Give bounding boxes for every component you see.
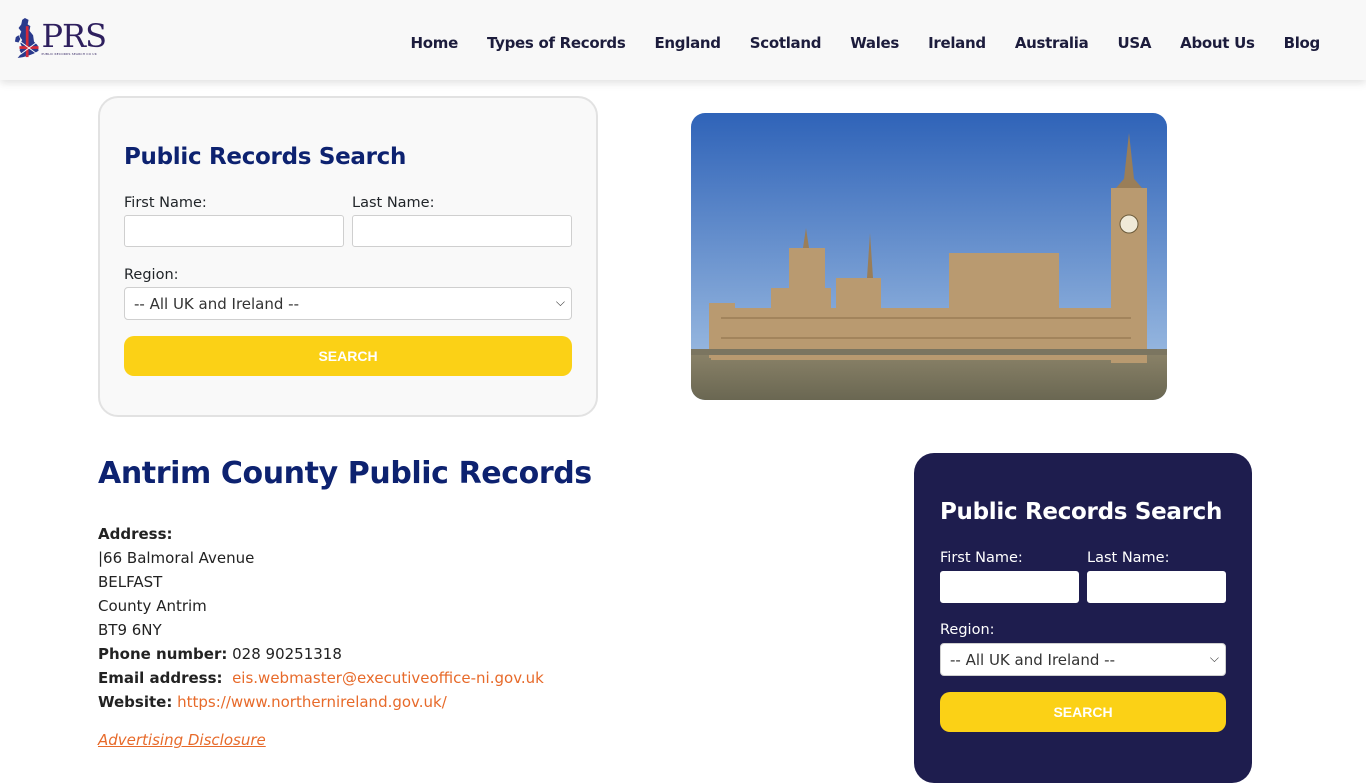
website-link[interactable]: https://www.northernireland.gov.uk/ <box>177 693 447 711</box>
search-form-sidebar: Public Records Search First Name: Last N… <box>914 453 1252 783</box>
uk-map-flag-icon <box>14 18 39 58</box>
hero-image-parliament <box>691 113 1167 400</box>
nav-usa[interactable]: USA <box>1117 34 1151 52</box>
address-line-2: BELFAST <box>98 573 163 591</box>
nav-home[interactable]: Home <box>410 34 458 52</box>
chevron-down-icon: ⌵ <box>555 295 565 309</box>
email-link[interactable]: eis.webmaster@executiveoffice-ni.gov.uk <box>232 669 544 687</box>
last-name-label: Last Name: <box>352 195 435 211</box>
search-button[interactable]: SEARCH <box>940 692 1226 732</box>
nav-about-us[interactable]: About Us <box>1180 34 1255 52</box>
site-header: PRS PUBLIC RECORDS SEARCH CO UK Home Typ… <box>0 0 1366 80</box>
nav-australia[interactable]: Australia <box>1015 34 1089 52</box>
advertising-disclosure-link[interactable]: Advertising Disclosure <box>98 731 266 749</box>
last-name-input[interactable] <box>1087 571 1226 603</box>
search-form-top: Public Records Search First Name: Last N… <box>98 96 598 417</box>
last-name-label: Last Name: <box>1087 550 1170 566</box>
email-label: Email address: <box>98 669 223 687</box>
nav-england[interactable]: England <box>654 34 721 52</box>
nav-wales[interactable]: Wales <box>850 34 899 52</box>
region-selected-value: -- All UK and Ireland -- <box>950 650 1115 669</box>
phone-value: 028 90251318 <box>232 645 342 663</box>
region-select[interactable]: -- All UK and Ireland -- ⌵ <box>124 287 572 320</box>
first-name-label: First Name: <box>124 195 207 211</box>
nav-ireland[interactable]: Ireland <box>928 34 986 52</box>
website-label: Website: <box>98 693 173 711</box>
logo-subtext: PUBLIC RECORDS SEARCH CO UK <box>41 52 97 56</box>
last-name-input[interactable] <box>352 215 572 247</box>
main-nav: Home Types of Records England Scotland W… <box>381 34 1320 52</box>
region-select[interactable]: -- All UK and Ireland -- ⌵ <box>940 643 1226 676</box>
first-name-input[interactable] <box>940 571 1079 603</box>
region-label: Region: <box>124 267 179 283</box>
page-title: Antrim County Public Records <box>98 456 592 491</box>
contact-info: Address: |66 Balmoral Avenue BELFAST Cou… <box>98 522 544 714</box>
address-label: Address: <box>98 525 173 543</box>
chevron-down-icon: ⌵ <box>1209 651 1219 665</box>
nav-blog[interactable]: Blog <box>1284 34 1321 52</box>
region-selected-value: -- All UK and Ireland -- <box>134 294 299 313</box>
address-line-3: County Antrim <box>98 597 207 615</box>
first-name-input[interactable] <box>124 215 344 247</box>
address-line-4: BT9 6NY <box>98 621 162 639</box>
search-button[interactable]: SEARCH <box>124 336 572 376</box>
first-name-label: First Name: <box>940 550 1023 566</box>
nav-types-of-records[interactable]: Types of Records <box>487 34 626 52</box>
region-label: Region: <box>940 622 995 638</box>
phone-label: Phone number: <box>98 645 228 663</box>
address-line-1: |66 Balmoral Avenue <box>98 549 255 567</box>
logo-text: PRS <box>41 17 107 55</box>
nav-scotland[interactable]: Scotland <box>750 34 822 52</box>
site-logo[interactable]: PRS PUBLIC RECORDS SEARCH CO UK <box>14 15 107 61</box>
search-form-title: Public Records Search <box>940 499 1223 525</box>
search-form-title: Public Records Search <box>124 144 407 170</box>
